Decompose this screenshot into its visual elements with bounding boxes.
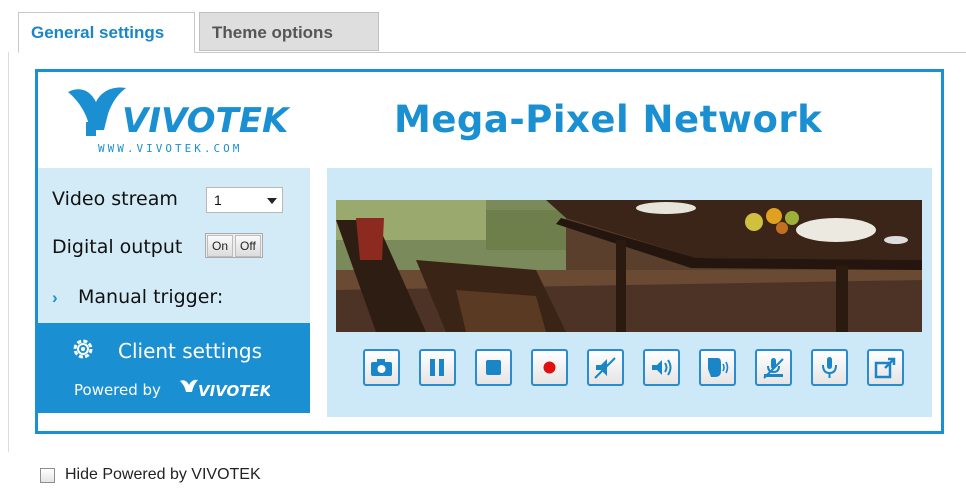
off-button[interactable]: Off bbox=[235, 235, 261, 257]
theme-preview: VIVOTEK WWW.VIVOTEK.COM Mega-Pixel Netwo… bbox=[35, 69, 944, 434]
on-button[interactable]: On bbox=[207, 235, 234, 257]
manual-trigger-link[interactable]: Manual trigger: bbox=[78, 286, 223, 308]
client-settings-panel: Client settings Powered by VIVOTEK bbox=[38, 323, 310, 413]
hide-powered-checkbox[interactable] bbox=[40, 468, 55, 483]
content-border bbox=[8, 52, 9, 452]
stop-button[interactable] bbox=[475, 349, 512, 386]
digital-output-toggle: On Off bbox=[205, 233, 263, 258]
mic-mute-icon bbox=[763, 358, 784, 379]
hide-powered-label: Hide Powered by VIVOTEK bbox=[65, 466, 261, 483]
mic-mute-button[interactable] bbox=[755, 349, 792, 386]
volume-button[interactable] bbox=[643, 349, 680, 386]
sidebar-panel: Video stream 1 Digital output On Off › M… bbox=[38, 168, 310, 323]
fullscreen-button[interactable] bbox=[867, 349, 904, 386]
client-settings-link[interactable]: Client settings bbox=[118, 339, 262, 363]
digital-output-label: Digital output bbox=[52, 236, 183, 258]
pause-icon bbox=[430, 359, 444, 376]
logo-url: WWW.VIVOTEK.COM bbox=[98, 142, 242, 155]
video-stream-select[interactable]: 1 bbox=[206, 187, 283, 213]
volume-icon bbox=[652, 359, 672, 376]
powered-by-label: Powered by bbox=[74, 381, 161, 399]
mute-button[interactable] bbox=[587, 349, 624, 386]
video-image bbox=[336, 200, 922, 332]
fullscreen-icon bbox=[874, 357, 896, 379]
pause-button[interactable] bbox=[419, 349, 456, 386]
chevron-down-icon bbox=[267, 198, 277, 204]
chevron-right-icon: › bbox=[52, 288, 58, 307]
camera-icon bbox=[371, 359, 392, 376]
video-panel bbox=[327, 168, 932, 417]
record-icon bbox=[543, 361, 556, 374]
volume-mute-icon bbox=[594, 357, 616, 379]
tab-general-settings[interactable]: General settings bbox=[18, 12, 195, 53]
stop-icon bbox=[486, 360, 501, 375]
video-stream-label: Video stream bbox=[52, 188, 178, 210]
mic-icon bbox=[822, 357, 837, 378]
snapshot-button[interactable] bbox=[363, 349, 400, 386]
banner-title: Mega-Pixel Network bbox=[394, 98, 823, 141]
gear-icon bbox=[73, 339, 93, 359]
talk-icon bbox=[708, 358, 729, 377]
mic-button[interactable] bbox=[811, 349, 848, 386]
powered-by-logo: VIVOTEK bbox=[180, 379, 270, 400]
vivotek-logo: VIVOTEK WWW.VIVOTEK.COM bbox=[68, 87, 291, 155]
tab-theme-options[interactable]: Theme options bbox=[199, 12, 379, 51]
video-stream-value: 1 bbox=[214, 192, 222, 208]
svg-text:VIVOTEK: VIVOTEK bbox=[198, 382, 270, 400]
video-controls bbox=[363, 349, 904, 393]
logo-wordmark: VIVOTEK bbox=[122, 101, 291, 141]
talk-button[interactable] bbox=[699, 349, 736, 386]
record-button[interactable] bbox=[531, 349, 568, 386]
